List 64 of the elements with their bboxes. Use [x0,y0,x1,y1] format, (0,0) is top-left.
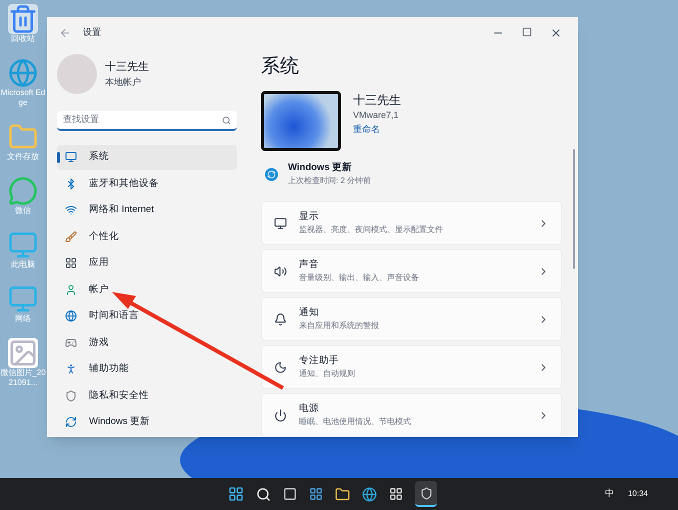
shield-icon [65,390,77,402]
ime-indicator[interactable]: 中 [604,487,614,501]
nav-item[interactable]: 应用 [57,251,237,276]
recycle-bin-icon[interactable] [8,4,38,34]
card-subtitle: 来自应用和系统的警报 [299,320,380,332]
power-icon [274,408,287,422]
settings-card[interactable]: 通知 来自应用和系统的警报 [261,297,562,342]
maximize-icon[interactable] [522,27,532,37]
user-name: 十三先生 [105,60,149,75]
bell-icon [274,312,287,326]
task-view-icon[interactable] [283,487,297,501]
rename-link[interactable]: 重命名 [353,122,401,136]
bluetooth-icon [65,178,77,190]
moon-icon [274,360,287,374]
nav-item[interactable]: 网络和 Internet [57,198,237,222]
card-subtitle: 音量级别、输出、输入、声音设备 [299,272,420,284]
gamepad-icon [65,336,77,349]
nav-item[interactable]: 隐私和安全性 [57,384,237,408]
card-title: 声音 [299,258,320,272]
search-input[interactable]: 查找设置 [63,113,222,127]
brush-icon [65,230,77,243]
nav-item[interactable]: 辅助功能 [57,357,237,382]
clock[interactable]: 10:34 [628,488,648,500]
refresh-icon [265,168,278,181]
card-title: 电源 [299,402,320,416]
device-model: VMware7,1 [353,109,400,122]
settings-card[interactable]: 声音 音量级别、输出、输入、声音设备 [261,249,562,294]
nav-item[interactable]: 游戏 [57,330,237,355]
nav-item[interactable]: 帐户 [57,278,237,302]
apps-grid-icon [65,257,77,270]
device-name: 十三先生 [353,92,401,109]
nav-item[interactable]: 个性化 [57,224,237,249]
person-icon [65,284,77,296]
speaker-icon [274,264,287,278]
settings-card[interactable]: 电源 睡眠、电池使用情况、节电模式 [261,393,562,437]
accessibility-icon [65,363,77,376]
card-subtitle: 通知、自动规则 [299,368,356,380]
page-title: 系统 [261,55,300,79]
card-subtitle: 睡眠、电池使用情况、节电模式 [299,416,412,428]
nav-item[interactable]: 蓝牙和其他设备 [57,172,237,196]
nav-item[interactable]: Windows 更新 [57,410,237,434]
card-title: 显示 [299,210,320,224]
settings-card[interactable]: 专注助手 通知、自动规则 [261,345,562,390]
settings-card[interactable]: 显示 监视器、亮度、夜间模式、显示配置文件 [261,201,562,246]
refresh-icon [65,416,77,428]
window-title: 设置 [83,26,101,40]
monitor-icon [274,216,287,230]
update-title[interactable]: Windows 更新 [288,161,372,176]
account-type: 本地帐户 [105,76,142,88]
nav-item[interactable]: 系统 [57,145,237,170]
search-field[interactable]: 查找设置 [57,111,237,131]
card-title: 通知 [299,306,320,320]
globe-icon [65,310,77,322]
avatar-placeholder [57,54,97,94]
close-icon[interactable] [550,27,562,39]
scrollbar[interactable] [573,149,575,269]
update-subtitle: 上次检查时间: 2 分钟前 [288,175,372,188]
nav-item[interactable]: 时间和语言 [57,304,237,328]
monitor-icon [65,151,77,164]
card-title: 专注助手 [299,354,340,368]
folder-icon[interactable] [335,486,350,502]
search-icon[interactable] [256,486,271,502]
settings-taskbar-button[interactable] [415,481,437,507]
card-subtitle: 监视器、亮度、夜间模式、显示配置文件 [299,224,444,236]
